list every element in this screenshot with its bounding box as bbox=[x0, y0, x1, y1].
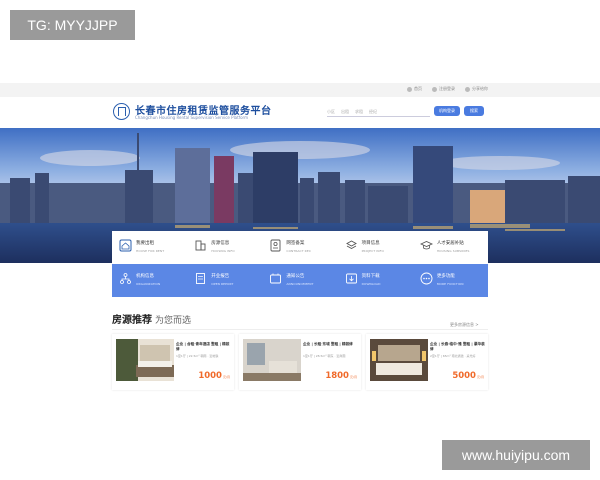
section-divider bbox=[112, 329, 488, 330]
search-tab-community[interactable]: 小区 bbox=[327, 109, 335, 115]
quick-item-contract-record[interactable]: 网签备案 CONTRACT REC bbox=[262, 231, 337, 264]
listing-card[interactable]: 企业 | 合租·青年酒店 整租 | 精装修 1室1厅 | 22.5m² 朝南 ·… bbox=[112, 334, 234, 390]
listing-price: 1800元/月 bbox=[325, 371, 357, 381]
site-subtitle: Changchun Housing Rental Supervision Ser… bbox=[135, 115, 249, 120]
room-photo-bedroom bbox=[116, 339, 174, 381]
share-icon bbox=[465, 86, 470, 92]
quick-item-organization[interactable]: 机构信息 ORGANIZATION bbox=[112, 264, 187, 297]
listing-price: 5000元/月 bbox=[452, 371, 484, 381]
quick-item-rent-out[interactable]: 我要出租 HOUSE FOR RENT bbox=[112, 231, 187, 264]
listing-card[interactable]: 企业 | 长春·临中·雅 整租 | 豪华装修 2室1厅 | 65m² 南北通透 … bbox=[366, 334, 488, 390]
listing-price: 1000元/月 bbox=[198, 371, 230, 381]
notice-icon bbox=[270, 273, 282, 284]
quick-item-subsidies[interactable]: 人才安居补贴 HOUSING SUBSIDIES bbox=[413, 231, 488, 264]
recommend-section-title: 房源推荐 为您而选 bbox=[112, 315, 192, 326]
search-button[interactable]: 搜索 bbox=[464, 106, 484, 116]
watermark-bottom-right: www.huiyipu.com bbox=[442, 440, 590, 470]
download-icon bbox=[345, 273, 357, 284]
quick-access-panel: 我要出租 HOUSE FOR RENT 房源信息 HOUSING INFO 网签… bbox=[112, 231, 488, 297]
quick-item-housing-info[interactable]: 房源信息 HOUSING INFO bbox=[187, 231, 262, 264]
search-tab-rent[interactable]: 出租 bbox=[341, 109, 349, 115]
more-icon bbox=[420, 272, 433, 285]
network-icon bbox=[120, 273, 131, 284]
top-utility-bar: 首页 注册登录 分享给你 bbox=[0, 83, 600, 97]
id-card-icon bbox=[270, 239, 281, 252]
more-listings-link[interactable]: 更多房源信息 > bbox=[450, 322, 479, 328]
listing-photo bbox=[116, 339, 174, 381]
quick-item-download[interactable]: 资料下载 DOWNLOAD bbox=[338, 264, 413, 297]
topbar-link-share[interactable]: 分享给你 bbox=[465, 86, 488, 92]
topbar-link-home[interactable]: 首页 bbox=[407, 86, 422, 92]
layers-icon bbox=[345, 240, 357, 250]
listing-meta: 1室1厅 | 28.5m² 朝东 · 近商圈 bbox=[303, 354, 346, 358]
search-tab-agent[interactable]: 经纪 bbox=[369, 109, 377, 115]
quick-item-announcement[interactable]: 通知公告 ANNOUNCEMENT bbox=[262, 264, 337, 297]
listing-name: 企业 | 长租·东城 整租 | 精装修 bbox=[303, 342, 353, 346]
quick-item-open-report[interactable]: 开业报告 OPEN REPORT bbox=[187, 264, 262, 297]
quick-item-more[interactable]: 更多功能 MORE FUNCTION bbox=[413, 264, 488, 297]
search-bar[interactable]: 小区 出租 求租 经纪 bbox=[327, 107, 430, 117]
listing-card[interactable]: 企业 | 长租·东城 整租 | 精装修 1室1厅 | 28.5m² 朝东 · 近… bbox=[239, 334, 361, 390]
listing-meta: 2室1厅 | 65m² 南北通透 · 采光好 bbox=[430, 354, 476, 358]
topbar-link-login[interactable]: 注册登录 bbox=[432, 86, 455, 92]
room-photo-hotel bbox=[370, 339, 428, 381]
listing-meta: 1室1厅 | 22.5m² 朝南 · 近地铁 bbox=[176, 354, 219, 358]
listing-photo bbox=[243, 339, 301, 381]
listing-photo bbox=[370, 339, 428, 381]
watermark-top-left: TG: MYYJJPP bbox=[10, 10, 135, 40]
user-icon bbox=[432, 86, 437, 92]
listing-name: 企业 | 长春·临中·雅 整租 | 豪华装修 bbox=[430, 342, 485, 351]
search-tab-seek[interactable]: 求租 bbox=[355, 109, 363, 115]
listing-name: 企业 | 合租·青年酒店 整租 | 精装修 bbox=[176, 342, 230, 351]
graduation-cap-icon bbox=[419, 241, 433, 250]
org-login-button[interactable]: 机构登录 bbox=[434, 106, 460, 116]
report-icon bbox=[196, 273, 206, 284]
site-logo[interactable] bbox=[113, 103, 130, 120]
quick-item-project-info[interactable]: 项目信息 PROJECT INFO bbox=[338, 231, 413, 264]
quick-access-row-top: 我要出租 HOUSE FOR RENT 房源信息 HOUSING INFO 网签… bbox=[112, 231, 488, 264]
house-icon bbox=[119, 239, 132, 252]
building-icon bbox=[195, 240, 206, 251]
home-icon bbox=[407, 86, 412, 92]
room-photo-living bbox=[243, 339, 301, 381]
quick-access-row-bottom: 机构信息 ORGANIZATION 开业报告 OPEN REPORT 通知公告 … bbox=[112, 264, 488, 297]
site-header: 长春市住房租赁监管服务平台 Changchun Housing Rental S… bbox=[0, 97, 600, 128]
